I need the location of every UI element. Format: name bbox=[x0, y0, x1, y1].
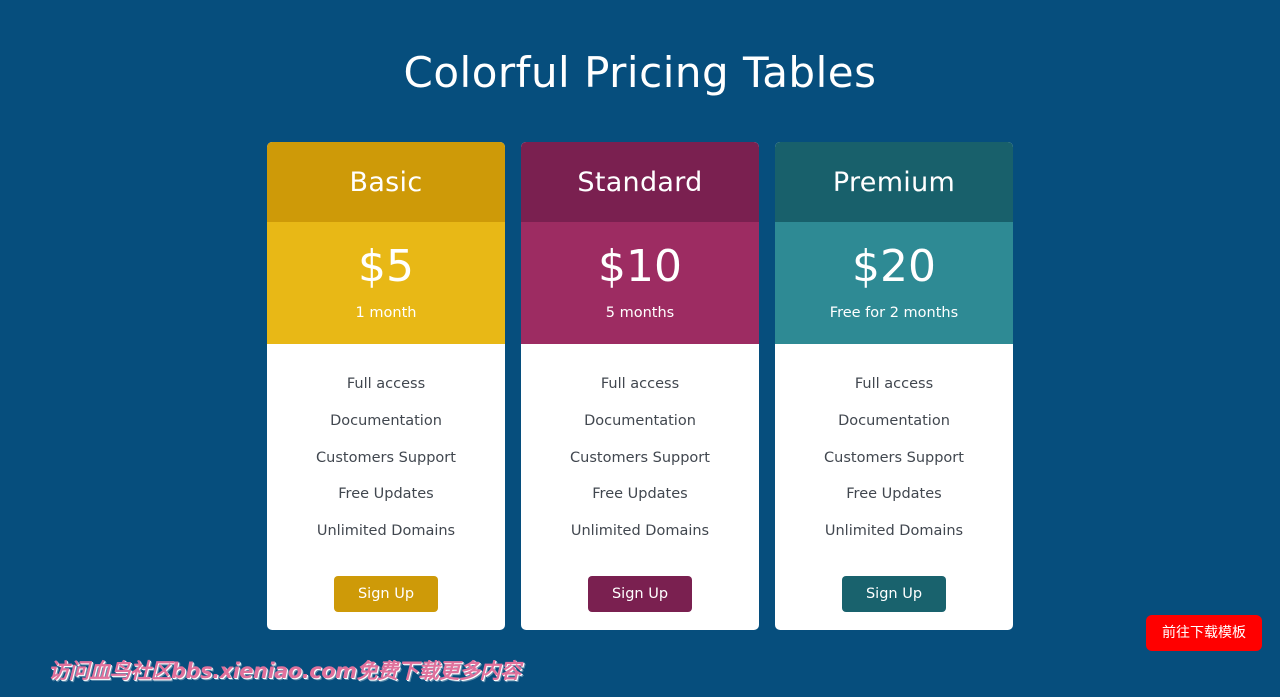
plan-period-basic: 1 month bbox=[355, 305, 417, 322]
list-item: Unlimited Domains bbox=[824, 523, 964, 540]
list-item: Unlimited Domains bbox=[570, 523, 710, 540]
pricing-card-premium: Premium $20 Free for 2 months Full acces… bbox=[775, 142, 1013, 631]
sign-up-button-basic[interactable]: Sign Up bbox=[333, 575, 439, 613]
list-item: Full access bbox=[600, 376, 680, 393]
watermark-text: 访问血鸟社区bbs.xieniao.com免费下载更多内容 bbox=[48, 659, 521, 683]
plan-price-basic: $5 bbox=[358, 241, 414, 293]
pricing-card-basic: Basic $5 1 month Full access Documentati… bbox=[267, 142, 505, 631]
pricing-card-standard: Standard $10 5 months Full access Docume… bbox=[521, 142, 759, 631]
list-item: Documentation bbox=[330, 413, 442, 430]
signup-wrap-standard: Sign Up bbox=[521, 554, 759, 613]
feature-list-standard: Full access Documentation Customers Supp… bbox=[521, 344, 759, 553]
plan-price-standard: $10 bbox=[598, 241, 682, 293]
signup-wrap-basic: Sign Up bbox=[267, 554, 505, 613]
plan-price-block-premium: $20 Free for 2 months bbox=[775, 222, 1013, 345]
plan-name-standard: Standard bbox=[521, 142, 759, 223]
list-item: Full access bbox=[854, 376, 934, 393]
list-item: Free Updates bbox=[846, 486, 942, 503]
list-item: Documentation bbox=[838, 413, 950, 430]
plan-name-premium: Premium bbox=[775, 142, 1013, 223]
list-item: Free Updates bbox=[338, 486, 434, 503]
list-item: Free Updates bbox=[592, 486, 688, 503]
sign-up-button-standard[interactable]: Sign Up bbox=[587, 575, 693, 613]
pricing-table-row: Basic $5 1 month Full access Documentati… bbox=[0, 142, 1280, 631]
list-item: Customers Support bbox=[316, 449, 456, 466]
list-item: Customers Support bbox=[824, 449, 964, 466]
plan-name-basic: Basic bbox=[267, 142, 505, 223]
list-item: Full access bbox=[346, 376, 426, 393]
plan-price-premium: $20 bbox=[852, 241, 936, 293]
plan-price-block-standard: $10 5 months bbox=[521, 222, 759, 345]
page-title: Colorful Pricing Tables bbox=[403, 48, 877, 97]
plan-price-block-basic: $5 1 month bbox=[267, 222, 505, 345]
list-item: Unlimited Domains bbox=[316, 523, 456, 540]
list-item: Documentation bbox=[584, 413, 696, 430]
list-item: Customers Support bbox=[570, 449, 710, 466]
plan-period-standard: 5 months bbox=[605, 305, 675, 322]
plan-period-premium: Free for 2 months bbox=[829, 305, 959, 322]
signup-wrap-premium: Sign Up bbox=[775, 554, 1013, 613]
sign-up-button-premium[interactable]: Sign Up bbox=[841, 575, 947, 613]
download-template-button[interactable]: 前往下载模板 bbox=[1146, 615, 1262, 651]
feature-list-basic: Full access Documentation Customers Supp… bbox=[267, 344, 505, 553]
feature-list-premium: Full access Documentation Customers Supp… bbox=[775, 344, 1013, 553]
